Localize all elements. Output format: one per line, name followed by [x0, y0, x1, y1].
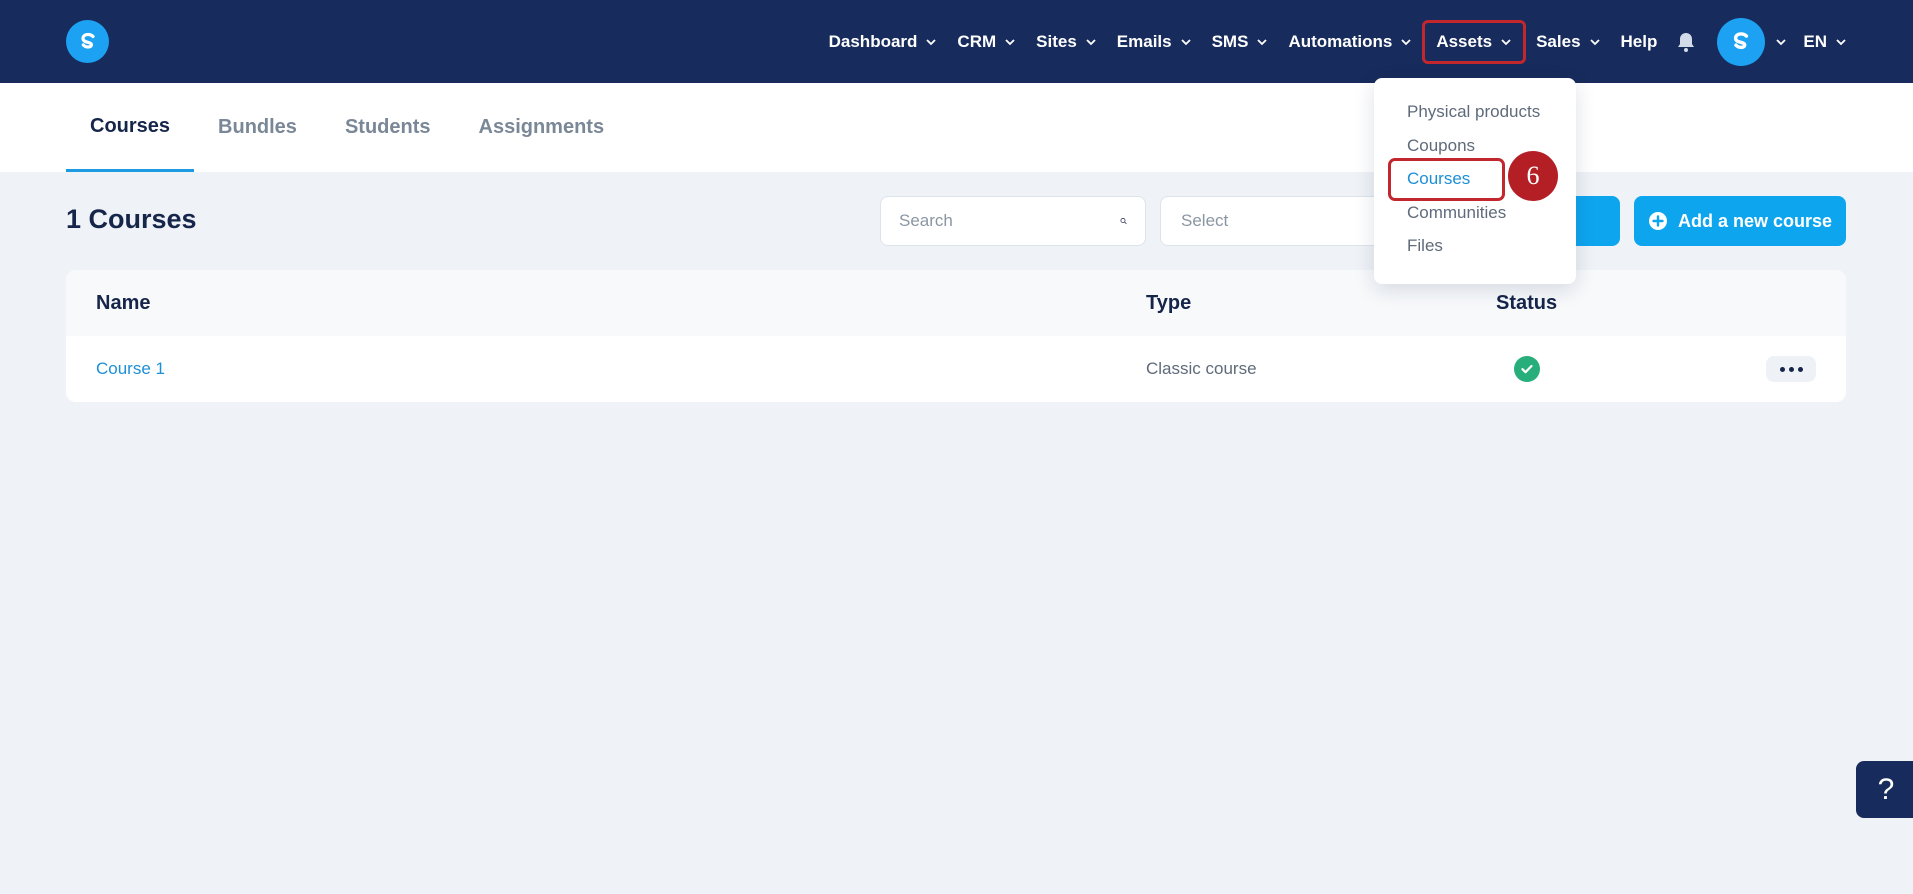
nav-emails[interactable]: Emails	[1107, 20, 1202, 64]
tabs-bar: Courses Bundles Students Assignments	[0, 83, 1913, 172]
column-header-status: Status	[1496, 291, 1558, 314]
nav-sales[interactable]: Sales	[1526, 20, 1610, 64]
tabs: Courses Bundles Students Assignments	[66, 83, 628, 172]
filter-select-placeholder: Select	[1181, 211, 1229, 230]
plus-circle-icon	[1648, 212, 1667, 230]
logo-s-icon	[80, 32, 95, 49]
row-actions-menu-button[interactable]	[1766, 356, 1816, 382]
nav-crm[interactable]: CRM	[947, 20, 1026, 64]
tab-courses[interactable]: Courses	[66, 83, 195, 172]
status-active-icon	[1514, 356, 1540, 382]
chevron-down-icon	[1401, 38, 1411, 45]
avatar[interactable]	[1717, 17, 1766, 66]
nav-crm-label: CRM	[957, 31, 997, 51]
column-header-name: Name	[96, 291, 151, 314]
menu-item-physical-products[interactable]: Physical products	[1407, 102, 1540, 122]
step-badge: 6	[1508, 151, 1558, 201]
nav-help-label: Help	[1620, 31, 1658, 51]
chevron-down-icon	[1180, 38, 1191, 45]
highlight-box	[1388, 158, 1505, 201]
add-course-button[interactable]: Add a new course	[1634, 196, 1846, 246]
chevron-down-icon	[1086, 38, 1096, 45]
course-name-link[interactable]: Course 1	[96, 359, 165, 378]
tab-students[interactable]: Students	[321, 83, 455, 172]
courses-table: Name Type Status Course 1 Classic course	[66, 270, 1846, 402]
dot-icon	[1779, 366, 1785, 372]
nav-automations[interactable]: Automations	[1278, 20, 1422, 64]
nav-dashboard-label: Dashboard	[828, 31, 918, 51]
nav-dashboard[interactable]: Dashboard	[819, 20, 948, 64]
tab-assignments[interactable]: Assignments	[455, 83, 629, 172]
add-course-label: Add a new course	[1677, 210, 1833, 231]
tab-bundles[interactable]: Bundles	[194, 83, 321, 172]
column-header-type: Type	[1146, 291, 1192, 314]
nav-automations-label: Automations	[1288, 31, 1393, 51]
logo[interactable]	[66, 20, 109, 63]
nav-assets-label: Assets	[1436, 31, 1493, 51]
bell-icon[interactable]	[1675, 31, 1697, 53]
menu-item-communities[interactable]: Communities	[1407, 203, 1506, 223]
filter-select[interactable]: Select	[1160, 196, 1400, 246]
language-switcher[interactable]: EN	[1803, 20, 1847, 64]
search-icon[interactable]	[1120, 211, 1127, 231]
nav-sites-label: Sites	[1036, 31, 1077, 51]
chevron-down-icon	[926, 38, 937, 45]
nav-sms-label: SMS	[1211, 31, 1249, 51]
nav-sms[interactable]: SMS	[1202, 20, 1279, 64]
menu-item-files[interactable]: Files	[1407, 236, 1443, 256]
chevron-down-icon	[1257, 38, 1268, 45]
table-row: Course 1 Classic course	[66, 336, 1846, 402]
chevron-down-icon	[1589, 38, 1600, 45]
nav-sites[interactable]: Sites	[1026, 20, 1107, 64]
nav-emails-label: Emails	[1116, 31, 1172, 51]
help-widget-button[interactable]: ?	[1856, 761, 1913, 818]
top-navbar: Dashboard CRM Sites Emails SMS Automatio…	[0, 0, 1913, 83]
chevron-down-icon[interactable]	[1775, 36, 1787, 48]
avatar-s-icon	[1734, 31, 1749, 49]
chevron-down-icon	[1005, 38, 1015, 45]
chevron-down-icon	[1501, 38, 1511, 45]
nav-sales-label: Sales	[1536, 31, 1581, 51]
chevron-down-icon	[1836, 38, 1846, 45]
table-header: Name Type Status	[66, 270, 1846, 336]
page-title: 1 Courses	[66, 204, 197, 234]
main-nav: Dashboard CRM Sites Emails SMS Automatio…	[819, 0, 1847, 83]
nav-help[interactable]: Help	[1611, 20, 1668, 64]
search-field[interactable]	[880, 196, 1146, 246]
course-type: Classic course	[1146, 359, 1257, 378]
search-input[interactable]	[899, 211, 1120, 231]
language-label: EN	[1803, 31, 1827, 51]
dot-icon	[1788, 366, 1794, 372]
nav-assets[interactable]: Assets	[1422, 19, 1527, 64]
dot-icon	[1797, 366, 1803, 372]
menu-item-coupons[interactable]: Coupons	[1407, 136, 1475, 156]
